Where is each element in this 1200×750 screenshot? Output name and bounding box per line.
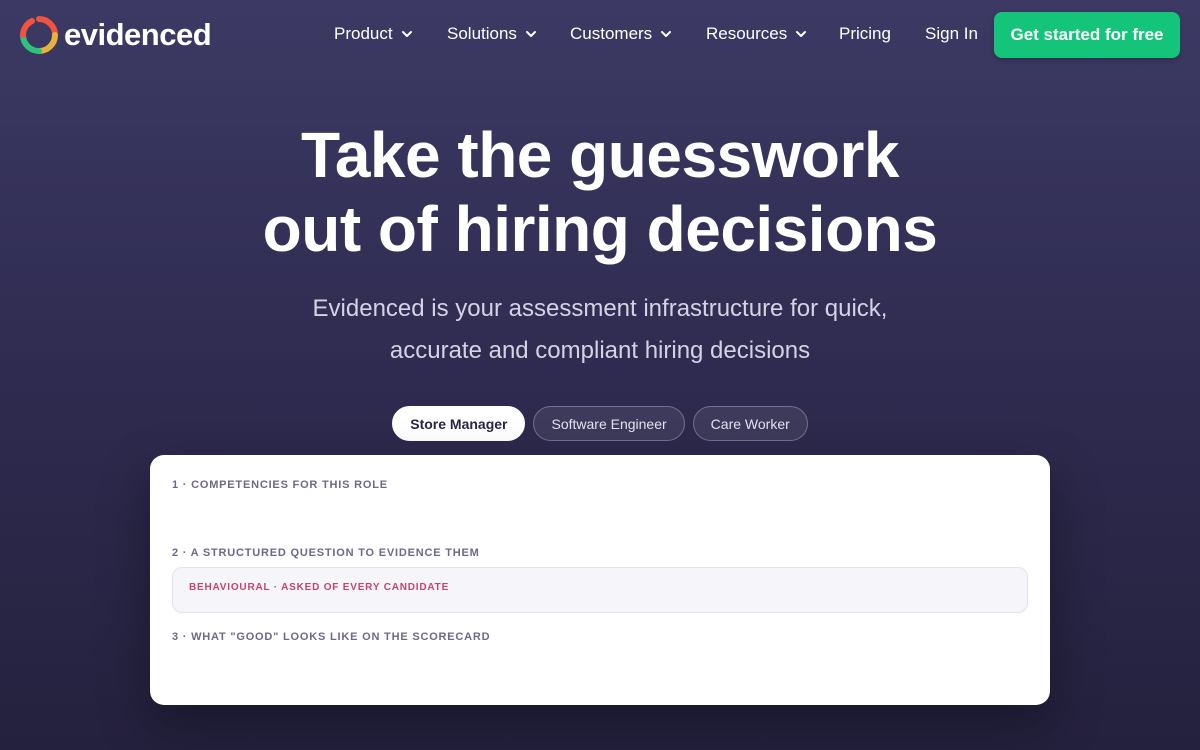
- nav-menu: Product Solutions Customers Resources Pr…: [334, 0, 995, 68]
- role-tab-care-worker[interactable]: Care Worker: [692, 406, 808, 441]
- brand-name: evidenced: [64, 17, 212, 52]
- hero-subtitle-line-2: accurate and compliant hiring decisions: [389, 337, 811, 364]
- brand-logo[interactable]: evidenced: [18, 14, 212, 56]
- get-started-button[interactable]: Get started for free: [994, 12, 1180, 58]
- nav-item-sign-in[interactable]: Sign In: [925, 24, 995, 44]
- question-type-tag: BEHAVIOURAL · ASKED OF EVERY CANDIDATE: [189, 582, 450, 593]
- top-navigation: evidenced Product Solutions Customers Re…: [0, 0, 1200, 68]
- nav-item-resources[interactable]: Resources: [706, 24, 839, 44]
- question-box: BEHAVIOURAL · ASKED OF EVERY CANDIDATE: [172, 567, 1028, 613]
- hero-title-line-1: Take the guesswork: [300, 119, 900, 191]
- nav-item-label: Solutions: [447, 24, 517, 43]
- step-competencies-heading: 1 · COMPETENCIES FOR THIS ROLE: [172, 479, 388, 491]
- nav-item-pricing[interactable]: Pricing: [839, 24, 925, 44]
- nav-item-label: Resources: [706, 24, 788, 43]
- nav-item-solutions[interactable]: Solutions: [447, 24, 570, 44]
- nav-item-customers[interactable]: Customers: [570, 24, 706, 44]
- hero-subtitle: Evidenced is your assessment infrastruct…: [300, 288, 900, 372]
- nav-item-label: Sign In: [925, 24, 978, 43]
- chevron-down-icon: [401, 31, 412, 37]
- role-tab-store-manager[interactable]: Store Manager: [392, 406, 526, 441]
- chevron-down-icon: [661, 31, 672, 37]
- hero-subtitle-line-1: Evidenced is your assessment infrastruct…: [312, 295, 888, 322]
- evidenced-logo-icon: [20, 16, 58, 54]
- hero-title: Take the guesswork out of hiring decisio…: [0, 118, 1200, 266]
- nav-item-product[interactable]: Product: [334, 24, 447, 44]
- role-tabs: Store Manager Software Engineer Care Wor…: [0, 406, 1200, 441]
- chevron-down-icon: [525, 31, 536, 37]
- nav-item-label: Customers: [570, 24, 653, 43]
- nav-item-label: Pricing: [839, 24, 891, 43]
- step-scorecard-heading: 3 · WHAT "GOOD" LOOKS LIKE ON THE SCOREC…: [172, 631, 491, 643]
- hero-title-line-2: out of hiring decisions: [262, 193, 938, 265]
- nav-item-label: Product: [334, 24, 393, 43]
- role-tab-software-engineer[interactable]: Software Engineer: [533, 406, 685, 441]
- chevron-down-icon: [796, 31, 807, 37]
- assessment-preview-card: 1 · COMPETENCIES FOR THIS ROLE 2 · A STR…: [150, 455, 1050, 705]
- step-question-heading: 2 · A STRUCTURED QUESTION TO EVIDENCE TH…: [172, 547, 480, 559]
